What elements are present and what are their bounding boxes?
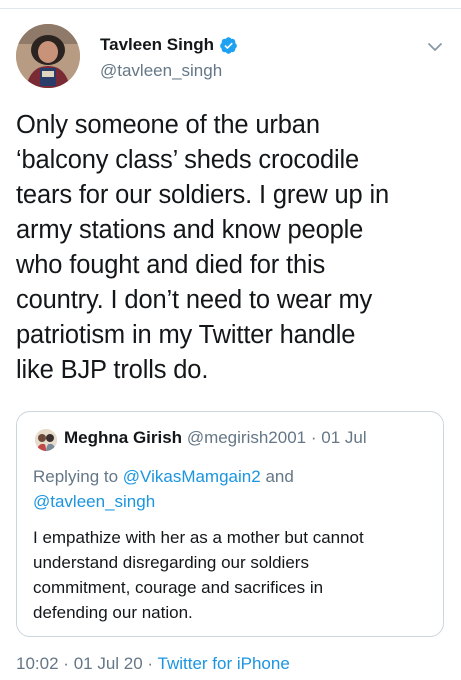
tweet-text-line: army stations and know people	[16, 216, 364, 244]
replying-and-label: and	[265, 467, 294, 486]
quoted-author-name[interactable]: Meghna Girish	[64, 428, 182, 447]
quoted-date: 01 Jul	[321, 428, 367, 447]
replying-user-link[interactable]: @tavleen_singh	[33, 492, 155, 511]
tweet-text: Only someone of the urban ‘balcony class…	[16, 108, 448, 388]
tweet-text-line: Only someone of the urban	[16, 111, 320, 139]
author-handle[interactable]: @tavleen_singh	[100, 61, 222, 81]
quoted-text: I empathize with her as a mother but can…	[33, 525, 364, 625]
replying-to-label: Replying to	[33, 467, 119, 486]
author-avatar[interactable]	[16, 24, 80, 88]
tweet-text-line: patriotism in my Twitter handle	[16, 321, 356, 349]
meta-separator: ·	[310, 428, 317, 447]
tweet-source-link[interactable]: Twitter for iPhone	[158, 654, 290, 673]
tweet-footer: 10:02 · 01 Jul 20 · Twitter for iPhone	[16, 654, 290, 674]
tweet-text-line: ‘balcony class’ sheds crocodile	[16, 146, 360, 174]
quoted-text-line: understand disregarding our soldiers	[33, 553, 309, 572]
replying-to: Replying to @VikasMamgain2 and @tavleen_…	[33, 464, 294, 514]
tweet-date[interactable]: 01 Jul 20	[74, 654, 143, 673]
meta-separator: ·	[147, 654, 154, 673]
replying-user-link[interactable]: @VikasMamgain2	[123, 467, 261, 486]
chevron-down-icon[interactable]	[424, 36, 446, 58]
quoted-author-handle[interactable]: @megirish2001	[187, 428, 306, 447]
tweet-time[interactable]: 10:02	[16, 654, 59, 673]
meta-separator: ·	[63, 654, 69, 673]
author-name[interactable]: Tavleen Singh	[100, 35, 214, 55]
tweet-text-line: like BJP trolls do.	[16, 356, 209, 384]
quoted-tweet[interactable]: Meghna Girish @megirish2001 · 01 Jul Rep…	[16, 411, 444, 637]
verified-badge-icon	[219, 36, 238, 55]
tweet-text-line: who fought and died for this	[16, 251, 326, 279]
top-divider	[0, 8, 461, 9]
quoted-text-line: I empathize with her as a mother but can…	[33, 528, 364, 547]
quoted-header: Meghna Girish @megirish2001 · 01 Jul	[64, 428, 367, 448]
tweet-text-line: tears for our soldiers. I grew up in	[16, 181, 390, 209]
quoted-text-line: commitment, courage and sacrifices in	[33, 578, 324, 597]
quoted-author-avatar	[35, 429, 57, 451]
author-name-row: Tavleen Singh	[100, 33, 238, 57]
tweet-text-line: country. I don’t need to wear my	[16, 286, 373, 314]
quoted-text-line: defending our nation.	[33, 603, 193, 622]
